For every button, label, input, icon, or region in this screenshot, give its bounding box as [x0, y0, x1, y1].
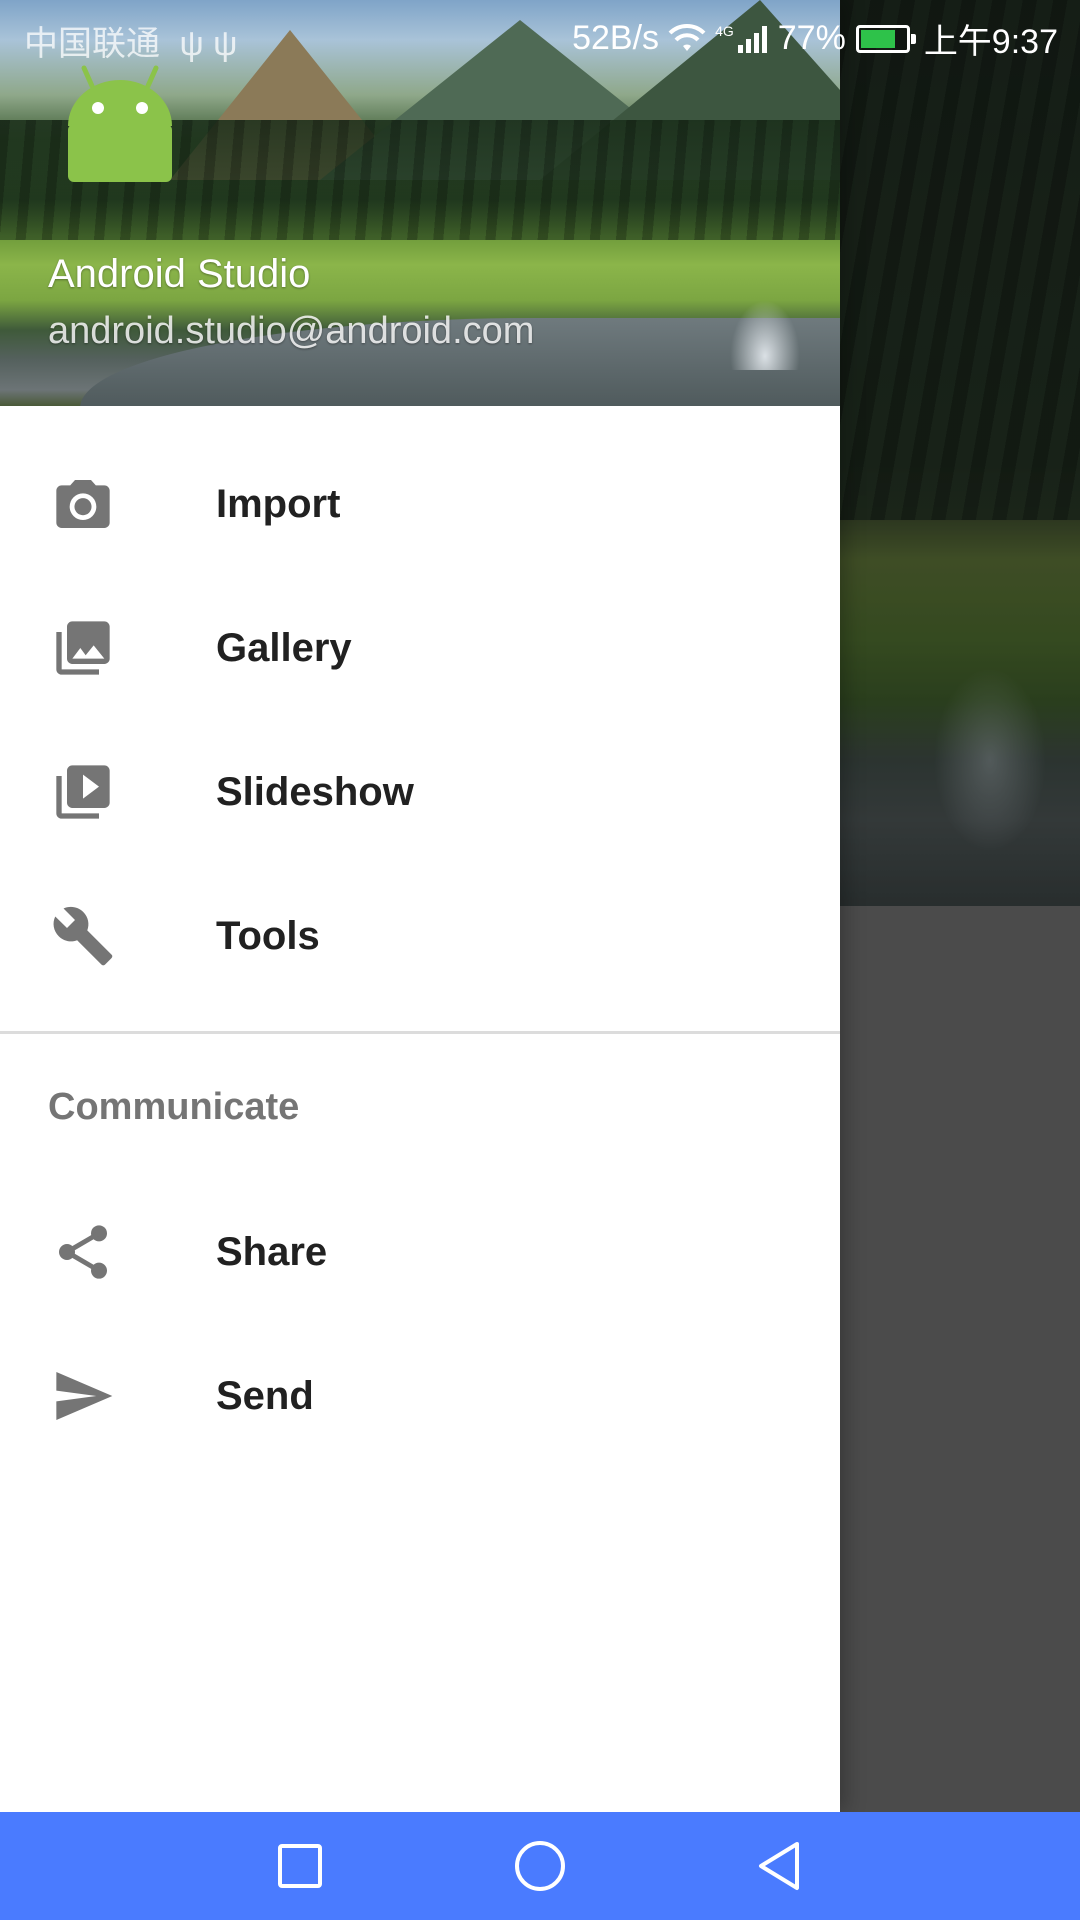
recents-button[interactable]: [268, 1834, 332, 1898]
navigation-drawer: Android Studio android.studio@android.co…: [0, 0, 840, 1812]
triangle-back-icon: [759, 1842, 799, 1890]
camera-icon: [50, 471, 116, 537]
menu-item-share[interactable]: Share: [0, 1180, 840, 1324]
status-right: 52B/s 4G 77% 上午9:37: [564, 14, 1058, 63]
status-left: 中国联通 ψ ψ: [24, 16, 237, 65]
menu-item-label: Import: [216, 481, 341, 526]
menu-item-slideshow[interactable]: Slideshow: [0, 720, 840, 864]
menu-item-import[interactable]: Import: [0, 432, 840, 576]
screen: 中国联通 ψ ψ 52B/s 4G 77% 上午9:37 Android Stu…: [0, 0, 1080, 1920]
wifi-icon: [668, 23, 706, 51]
system-nav-bar: [0, 1812, 1080, 1920]
battery-level-fill: [860, 29, 895, 48]
usb-icon: ψ ψ: [179, 25, 238, 63]
send-icon: [50, 1363, 116, 1429]
menu-item-label: Slideshow: [216, 769, 414, 814]
menu-secondary: Share Send: [0, 1180, 840, 1468]
circle-icon: [515, 1841, 565, 1891]
android-logo-icon: [68, 65, 172, 182]
menu-item-label: Send: [216, 1373, 314, 1418]
clock: 上午9:37: [923, 23, 1058, 61]
menu-item-gallery[interactable]: Gallery: [0, 576, 840, 720]
cell-signal: 4G: [715, 23, 770, 55]
home-button[interactable]: [508, 1834, 572, 1898]
menu-item-tools[interactable]: Tools: [0, 864, 840, 1008]
back-button[interactable]: [748, 1834, 812, 1898]
menu-item-label: Gallery: [216, 625, 352, 670]
header-fountain: [730, 300, 800, 370]
square-icon: [278, 1844, 322, 1888]
network-type-label: 4G: [715, 22, 734, 39]
signal-icon: [737, 25, 767, 53]
status-bar: 中国联通 ψ ψ 52B/s 4G 77% 上午9:37: [0, 0, 1080, 72]
account-email: android.studio@android.com: [48, 310, 535, 352]
battery-percent: 77%: [777, 19, 846, 57]
slideshow-icon: [50, 759, 116, 825]
share-icon: [50, 1219, 116, 1285]
carrier-label: 中国联通: [24, 25, 160, 63]
account-name: Android Studio: [48, 252, 311, 296]
menu-item-label: Tools: [216, 913, 320, 958]
menu-item-send[interactable]: Send: [0, 1324, 840, 1468]
net-speed-label: 52B/s: [572, 19, 660, 57]
section-header: Communicate: [48, 1086, 300, 1128]
battery-icon: [855, 24, 916, 53]
wrench-icon: [50, 903, 116, 969]
menu-item-label: Share: [216, 1229, 328, 1274]
menu-primary: Import Gallery Slideshow Tools: [0, 432, 840, 1008]
menu-divider: [0, 1031, 840, 1034]
gallery-icon: [50, 615, 116, 681]
